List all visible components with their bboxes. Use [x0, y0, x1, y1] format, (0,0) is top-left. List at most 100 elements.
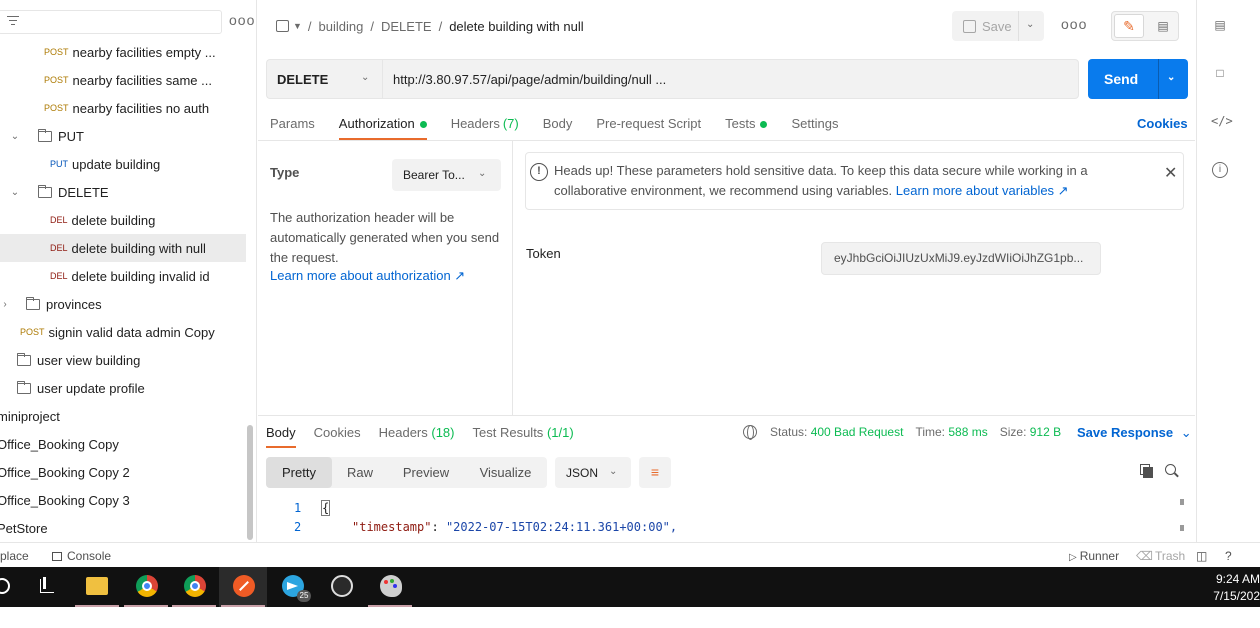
sidebar-folder[interactable]: user view building	[0, 346, 246, 374]
postman-icon[interactable]	[219, 567, 267, 607]
close-icon[interactable]: ✕	[1164, 163, 1177, 183]
sidebar-item-request[interactable]: PUT update building	[0, 150, 246, 178]
response-body[interactable]: 1 { 2 "timestamp": "2022-07-15T02:24:11.…	[266, 497, 1182, 541]
comments-icon[interactable]: □	[1213, 66, 1227, 82]
wrap-lines-icon[interactable]: ≡	[639, 457, 671, 488]
time-value[interactable]: 588 ms	[948, 425, 987, 439]
task-view-icon[interactable]	[25, 567, 73, 607]
tab-headers[interactable]: Headers (7)	[451, 113, 519, 139]
sidebar-collection[interactable]: PetStore	[0, 514, 243, 542]
chevron-right-icon[interactable]: ›	[0, 299, 10, 310]
edit-mode-icon[interactable]: ✎	[1114, 14, 1144, 38]
more-options-icon[interactable]: ooo	[1061, 16, 1087, 32]
file-explorer-icon[interactable]	[73, 567, 121, 607]
globe-icon[interactable]	[743, 425, 757, 440]
obs-icon[interactable]	[317, 567, 365, 607]
code-snippet-icon[interactable]: </>	[1211, 114, 1233, 130]
tab-label: Test Results	[472, 425, 544, 440]
format-visualize-button[interactable]: Visualize	[464, 457, 547, 488]
sidebar-scrollbar[interactable]	[247, 425, 253, 540]
method-select[interactable]: DELETE ⌄	[266, 59, 382, 99]
console-button[interactable]: Console	[52, 549, 111, 563]
sidebar-collection[interactable]: Office_Booking Copy 3	[0, 486, 243, 514]
search-taskbar-icon[interactable]	[0, 567, 26, 607]
documentation-mode-icon[interactable]: ▤	[1150, 15, 1176, 37]
request-title[interactable]: delete building with null	[449, 19, 583, 34]
info-icon[interactable]: i	[1212, 162, 1228, 178]
chrome-icon[interactable]	[122, 567, 170, 607]
auth-type-select[interactable]: Bearer To... ⌄	[392, 159, 501, 191]
sidebar-collection[interactable]: Office_Booking Copy 2	[0, 458, 243, 486]
tab-prerequest-script[interactable]: Pre-request Script	[596, 113, 701, 139]
sidebar-collection[interactable]: miniproject	[0, 402, 243, 430]
sidebar-item-label: nearby facilities same ...	[72, 72, 212, 88]
sidebar-folder-provinces[interactable]: › provinces	[0, 290, 246, 318]
sidebar-item-request-selected[interactable]: DEL delete building with null	[0, 234, 246, 262]
sidebar-item-label: Office_Booking Copy	[0, 436, 119, 452]
sidebar-item-request[interactable]: DEL delete building invalid id	[0, 262, 246, 290]
save-response-button[interactable]: Save Response ⌄	[1077, 425, 1192, 441]
send-button[interactable]: Send ⌄	[1088, 59, 1188, 99]
tab-params[interactable]: Params	[270, 113, 315, 139]
learn-variables-link[interactable]: Learn more about variables ↗	[896, 183, 1069, 198]
code-scrollbar[interactable]	[1176, 497, 1184, 537]
token-input[interactable]: eyJhbGciOiJIUzUxMiJ9.eyJzdWIiOiJhZG1pb..…	[821, 242, 1101, 275]
tab-label: Settings	[791, 116, 839, 131]
save-button[interactable]: Save ⌄	[952, 11, 1044, 41]
documentation-icon[interactable]: ▤	[1213, 18, 1227, 34]
format-pretty-button[interactable]: Pretty	[266, 457, 332, 488]
cookies-link[interactable]: Cookies	[1137, 116, 1188, 131]
system-clock[interactable]: 9:24 AM 7/15/202	[1180, 571, 1260, 605]
sidebar-item-request[interactable]: DEL delete building	[0, 206, 246, 234]
telegram-icon[interactable]: 25	[268, 567, 316, 607]
time-label: Time:	[915, 425, 946, 439]
tab-tests[interactable]: Tests	[725, 113, 768, 139]
language-select[interactable]: JSON ⌄	[555, 457, 631, 488]
search-icon[interactable]	[1165, 464, 1179, 478]
chevron-down-icon[interactable]: ⌄	[8, 131, 22, 142]
sidebar-folder[interactable]: user update profile	[0, 374, 246, 402]
tab-count: (7)	[502, 116, 519, 131]
trash-button[interactable]: ⌫ Trash	[1136, 549, 1185, 563]
format-raw-button[interactable]: Raw	[332, 457, 388, 488]
sidebar-folder-put[interactable]: ⌄ PUT	[0, 122, 246, 150]
tab-settings[interactable]: Settings	[791, 113, 838, 139]
tab-response-headers[interactable]: Headers (18)	[379, 425, 455, 446]
chevron-down-icon[interactable]: ⌄	[1167, 72, 1175, 83]
tab-body[interactable]: Body	[543, 113, 573, 139]
sidebar-item-label: user view building	[37, 352, 141, 368]
filter-input[interactable]	[0, 10, 222, 34]
runner-button[interactable]: ▷ Runner	[1069, 549, 1119, 563]
breadcrumb-collection[interactable]: building	[319, 19, 364, 34]
notification-badge: 25	[297, 590, 311, 602]
sidebar-collection[interactable]: Office_Booking Copy	[0, 430, 243, 458]
format-preview-button[interactable]: Preview	[388, 457, 464, 488]
sidebar-item-request[interactable]: POST nearby facilities no auth	[0, 94, 246, 122]
copy-icon[interactable]	[1140, 464, 1154, 478]
caret-down-icon[interactable]: ▼	[293, 21, 302, 31]
footer-item[interactable]: place	[0, 549, 29, 563]
size-value[interactable]: 912 B	[1030, 425, 1061, 439]
format-toggle: Pretty Raw Preview Visualize	[266, 457, 547, 488]
url-input[interactable]: http://3.80.97.57/api/page/admin/buildin…	[382, 59, 1079, 99]
breadcrumb-folder[interactable]: DELETE	[381, 19, 432, 34]
code-line: 1 {	[266, 500, 1182, 521]
status-value[interactable]: 400 Bad Request	[811, 425, 904, 439]
chevron-down-icon[interactable]: ⌄	[8, 187, 22, 198]
tab-response-cookies[interactable]: Cookies	[314, 425, 361, 446]
layout-icon[interactable]: ◫	[1196, 549, 1207, 563]
paint-icon[interactable]	[366, 567, 414, 607]
help-icon[interactable]: ?	[1225, 549, 1232, 563]
sidebar-item-request[interactable]: POST nearby facilities same ...	[0, 66, 246, 94]
tab-test-results[interactable]: Test Results (1/1)	[473, 425, 574, 446]
sidebar-item-request[interactable]: POST signin valid data admin Copy	[0, 318, 246, 346]
sidebar-item-request[interactable]: POST nearby facilities empty ...	[0, 38, 246, 66]
sidebar-more-icon[interactable]: ooo	[229, 12, 255, 28]
tab-response-body[interactable]: Body	[266, 425, 296, 448]
chrome-profile-icon[interactable]	[170, 567, 218, 607]
chevron-down-icon[interactable]: ⌄	[1026, 19, 1034, 30]
send-label: Send	[1104, 71, 1139, 87]
learn-auth-link[interactable]: Learn more about authorization ↗	[270, 268, 465, 284]
sidebar-folder-delete[interactable]: ⌄ DELETE	[0, 178, 246, 206]
tab-authorization[interactable]: Authorization	[338, 113, 427, 140]
